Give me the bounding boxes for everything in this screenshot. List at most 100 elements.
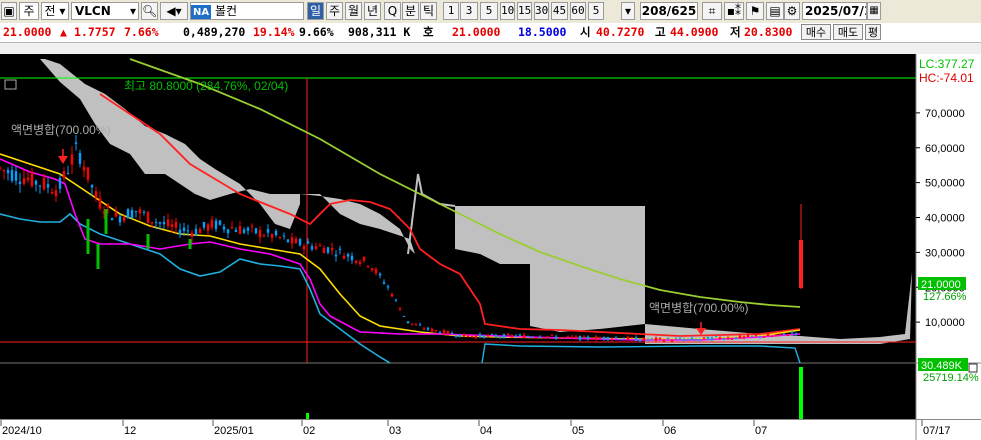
tab-period-2[interactable]: 월 [345,2,362,20]
chevron-down-icon[interactable]: ▾ [130,3,136,19]
date-input[interactable]: 2025/07/1 [802,2,867,20]
candle-body [96,244,100,269]
candle-body [230,227,234,229]
ticker-input[interactable]: VLCN ▾ [71,2,139,20]
tab-interval-2[interactable]: 5 [480,2,498,20]
candle-body [730,338,734,340]
last-candle-body [799,240,803,288]
tab-interval-6[interactable]: 45 [551,2,568,20]
grid-icon[interactable] [4,79,17,90]
candle-body [642,337,646,340]
candle-body [246,227,250,231]
price-chart[interactable]: 최고 80.8000 (284.76%, 02/04) 액면병합(700.00%… [0,44,981,439]
candle-body [658,337,662,339]
calendar-icon[interactable]: ▦ [867,2,881,20]
candle-body [6,169,10,174]
tab-period-5[interactable]: 분 [402,2,419,20]
candle-body [574,336,578,339]
company-field[interactable]: NA 볼컨 [190,2,304,20]
candle-body [590,339,594,340]
candle-body [170,224,174,227]
market-kind-label: 주 [23,4,35,18]
ticker-value: VLCN [75,4,111,18]
date-tick-label: 2024/10 [2,425,42,437]
candle-body [758,336,762,338]
price-tick-label: 70,0000 [925,108,965,120]
grid-icon[interactable]: ⌗ [702,2,722,20]
tab-interval-8[interactable]: 5 [588,2,604,20]
candle-body [562,337,566,339]
candle-body [178,229,182,235]
exchange-select[interactable]: 전 ▾ [41,2,69,20]
tab-period-4[interactable]: Q [384,2,401,20]
date-tick-label: 02 [303,425,315,437]
company-name: 볼컨 [214,4,238,18]
tab-period-6[interactable]: 틱 [420,2,437,20]
candle-body [790,332,794,334]
candle-body [182,227,186,231]
buy-button[interactable]: 매수 [801,24,831,40]
turnover-pct: 9.66% [299,25,334,39]
gear-icon[interactable]: ⚙ [784,2,800,20]
candle-body [438,331,442,334]
tab-interval-4[interactable]: 15 [517,2,532,20]
candle-body [338,248,342,250]
date-tick-label: 04 [480,425,492,437]
candle-body [2,170,6,172]
candle-body [54,190,58,197]
candle-body [534,337,538,339]
save-icon[interactable]: ▤ [766,2,784,20]
candle-body [766,334,770,336]
candle-body [622,338,626,340]
candle-body [578,335,582,340]
candle-body [394,299,398,301]
search-icon[interactable]: 🔍︎ [141,2,158,20]
hc-label: HC:-74.01 [919,71,974,85]
bid-price: 21.0000 [452,25,501,39]
chart-type-icon[interactable]: ▪⁑ [724,2,744,20]
candle-body [706,336,710,341]
candle-body [250,225,254,227]
tab-period-1[interactable]: 주 [326,2,343,20]
candle-body [518,334,522,336]
eval-button[interactable]: 평 [865,24,881,40]
candle-body [286,239,290,243]
speaker-icon[interactable]: ◀▾ [160,2,188,20]
date-tick-label: 03 [389,425,401,437]
candle-body [458,334,462,338]
ho-label: 호 [423,25,434,39]
count-display[interactable]: 208/625 [640,2,698,20]
price-tick-label: 10,0000 [925,317,965,329]
candle-body [118,216,122,223]
tab-interval-5[interactable]: 30 [534,2,549,20]
tab-interval-3[interactable]: 10 [500,2,515,20]
tab-interval-0[interactable]: 1 [443,2,459,20]
tab-interval-7[interactable]: 60 [570,2,586,20]
candle-body [522,334,526,338]
candle-body [726,337,730,339]
indicator-icon[interactable]: ⚑ [746,2,764,20]
expand-icon[interactable] [968,363,978,373]
candle-body [326,247,330,253]
date-tick-label: 12 [124,425,136,437]
date-tick-label: 07/17 [923,425,951,437]
change-value: 1.7757 [74,25,116,39]
tab-interval-1[interactable]: 3 [460,2,478,20]
candle-body [278,237,282,239]
candle-body [90,184,94,188]
candle-body [558,337,562,339]
tab-period-0[interactable]: 일 [307,2,324,20]
exchange-label: 전 [44,4,56,18]
price-pct-tag: 127.66% [923,291,967,303]
candle-body [122,216,126,221]
candle-body [390,293,394,297]
window-icon[interactable]: ▣ [1,2,17,20]
chevron-down-icon[interactable]: ▾ [621,2,635,20]
market-kind-select[interactable]: 주 [19,2,39,20]
low-price: 20.8300 [744,25,793,39]
candle-body [386,286,390,288]
sell-button[interactable]: 매도 [833,24,863,40]
candle-body [274,230,278,236]
candle-body [222,226,226,230]
tab-period-3[interactable]: 년 [364,2,381,20]
